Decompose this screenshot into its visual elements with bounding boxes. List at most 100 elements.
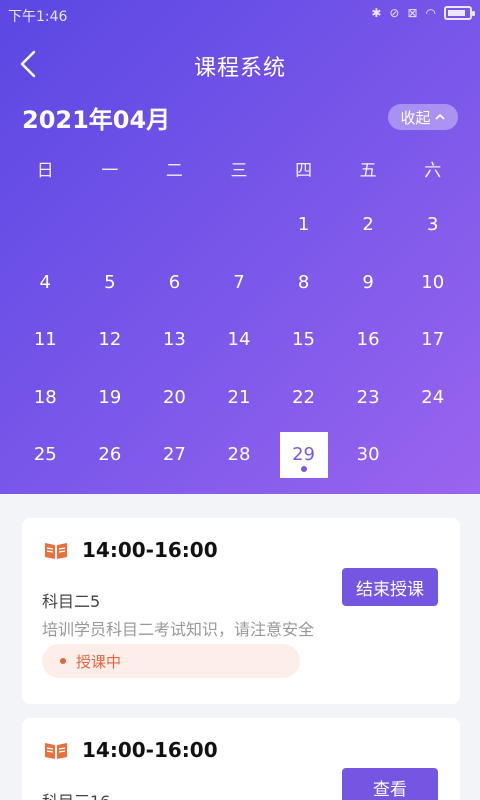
course-subject: 科目二5 bbox=[42, 592, 101, 611]
book-icon bbox=[45, 743, 67, 759]
calendar-day[interactable]: 9 bbox=[336, 254, 401, 312]
calendar-day[interactable]: 22 bbox=[271, 369, 336, 427]
day-number: 11 bbox=[33, 329, 57, 351]
calendar-day[interactable]: 24 bbox=[400, 369, 465, 427]
day-number: 27 bbox=[162, 444, 186, 466]
calendar-day[interactable]: 5 bbox=[78, 254, 143, 312]
month-title: 2021年04月 bbox=[22, 106, 171, 134]
day-number: 30 bbox=[356, 444, 380, 466]
calendar-header: 下午1:46 ✱ ⊘ ⊠ ◠ 课程系统 2021年04月 收起 日 一 二 三 … bbox=[0, 0, 480, 494]
end-teaching-button[interactable]: 结束授课 bbox=[342, 568, 438, 606]
calendar-day[interactable]: 23 bbox=[336, 369, 401, 427]
day-number: 10 bbox=[421, 271, 445, 293]
day-number: 17 bbox=[421, 329, 445, 351]
course-card[interactable]: 14:00-16:00 科目三16 查看 bbox=[22, 718, 460, 800]
weekday-label: 五 bbox=[359, 161, 377, 181]
weekday-label: 四 bbox=[295, 161, 313, 181]
alarm-off-icon: ⊘ bbox=[389, 6, 400, 20]
day-number: 15 bbox=[292, 329, 316, 351]
calendar-day[interactable]: 11 bbox=[13, 311, 78, 369]
day-number: 12 bbox=[98, 329, 122, 351]
calendar-day[interactable]: 6 bbox=[142, 254, 207, 312]
day-number: 14 bbox=[227, 329, 251, 351]
book-icon bbox=[45, 543, 67, 559]
collapse-button[interactable]: 收起 bbox=[388, 104, 458, 130]
day-number: 23 bbox=[356, 386, 380, 408]
day-number: 1 bbox=[297, 214, 310, 236]
day-number: 18 bbox=[33, 386, 57, 408]
course-time: 14:00-16:00 bbox=[82, 738, 218, 762]
calendar-day-empty bbox=[78, 196, 143, 254]
calendar-day-empty bbox=[400, 426, 465, 484]
calendar-day[interactable]: 4 bbox=[13, 254, 78, 312]
weekday-row: 日 一 二 三 四 五 六 bbox=[13, 156, 465, 181]
calendar-day[interactable]: 27 bbox=[142, 426, 207, 484]
weekday-label: 三 bbox=[230, 161, 248, 181]
calendar-day[interactable]: 30 bbox=[336, 426, 401, 484]
status-bar: 下午1:46 ✱ ⊘ ⊠ ◠ bbox=[0, 0, 480, 30]
day-number: 24 bbox=[421, 386, 445, 408]
calendar-day[interactable]: 3 bbox=[400, 196, 465, 254]
calendar-days: 1 2 3 4 5 6 7 8 9 10 11 12 13 14 15 16 17 18 19 20 21 22 23 24 2… bbox=[13, 196, 465, 484]
day-number: 7 bbox=[233, 271, 245, 293]
day-number: 25 bbox=[33, 444, 57, 466]
status-label: 授课中 bbox=[76, 652, 122, 671]
wifi-icon: ◠ bbox=[425, 6, 436, 20]
calendar-day[interactable]: 1 bbox=[271, 196, 336, 254]
day-number: 19 bbox=[98, 386, 122, 408]
day-number: 20 bbox=[162, 386, 186, 408]
weekday-label: 日 bbox=[36, 161, 54, 181]
calendar-day[interactable]: 14 bbox=[207, 311, 272, 369]
page-title: 课程系统 bbox=[193, 56, 286, 81]
day-number: 2 bbox=[362, 214, 374, 236]
day-number: 26 bbox=[98, 444, 122, 466]
calendar-day-empty bbox=[142, 196, 207, 254]
calendar-day[interactable]: 8 bbox=[271, 254, 336, 312]
selected-day-box: 29 bbox=[279, 431, 328, 478]
calendar-day[interactable]: 13 bbox=[142, 311, 207, 369]
day-number: 29 bbox=[292, 444, 316, 466]
day-number: 8 bbox=[297, 271, 310, 293]
calendar-day[interactable]: 19 bbox=[78, 369, 143, 427]
calendar-day[interactable]: 12 bbox=[78, 311, 143, 369]
calendar-day[interactable]: 18 bbox=[13, 369, 78, 427]
day-number: 28 bbox=[227, 444, 251, 466]
calendar-day[interactable]: 16 bbox=[336, 311, 401, 369]
day-number: 21 bbox=[227, 386, 251, 408]
chevron-up-icon bbox=[434, 113, 445, 120]
day-number: 13 bbox=[162, 329, 186, 351]
sim-off-icon: ⊠ bbox=[407, 6, 418, 20]
calendar-day[interactable]: 20 bbox=[142, 369, 207, 427]
day-number: 5 bbox=[104, 271, 116, 293]
calendar-day[interactable]: 25 bbox=[13, 426, 78, 484]
day-number: 9 bbox=[362, 271, 374, 293]
calendar-day[interactable]: 7 bbox=[207, 254, 272, 312]
collapse-label: 收起 bbox=[400, 108, 431, 127]
calendar-day[interactable]: 10 bbox=[400, 254, 465, 312]
weekday-label: 二 bbox=[165, 161, 183, 181]
day-number: 4 bbox=[39, 271, 51, 293]
day-number: 6 bbox=[168, 271, 181, 293]
course-subject: 科目三16 bbox=[42, 788, 110, 800]
weekday-label: 一 bbox=[101, 161, 119, 181]
calendar-day[interactable]: 2 bbox=[336, 196, 401, 254]
battery-icon bbox=[444, 6, 475, 20]
calendar-day[interactable]: 17 bbox=[400, 311, 465, 369]
view-button[interactable]: 查看 bbox=[342, 768, 438, 800]
calendar-day-selected[interactable]: 29 bbox=[271, 426, 336, 484]
calendar-day[interactable]: 28 bbox=[207, 426, 272, 484]
course-description: 培训学员科目二考试知识，请注意安全 bbox=[42, 620, 315, 639]
calendar-day-empty bbox=[207, 196, 272, 254]
status-time: 下午1:46 bbox=[8, 9, 68, 25]
calendar-day[interactable]: 26 bbox=[78, 426, 143, 484]
day-number: 22 bbox=[292, 386, 316, 408]
event-dot bbox=[300, 465, 307, 472]
status-dot bbox=[60, 658, 66, 664]
weekday-label: 六 bbox=[424, 161, 442, 181]
bluetooth-icon: ✱ bbox=[371, 6, 382, 20]
calendar-day[interactable]: 15 bbox=[271, 311, 336, 369]
course-card[interactable]: 14:00-16:00 科目二5 培训学员科目二考试知识，请注意安全 授课中 结… bbox=[22, 518, 460, 704]
course-time: 14:00-16:00 bbox=[82, 538, 218, 562]
calendar-day[interactable]: 21 bbox=[207, 369, 272, 427]
calendar-day-empty bbox=[13, 196, 78, 254]
